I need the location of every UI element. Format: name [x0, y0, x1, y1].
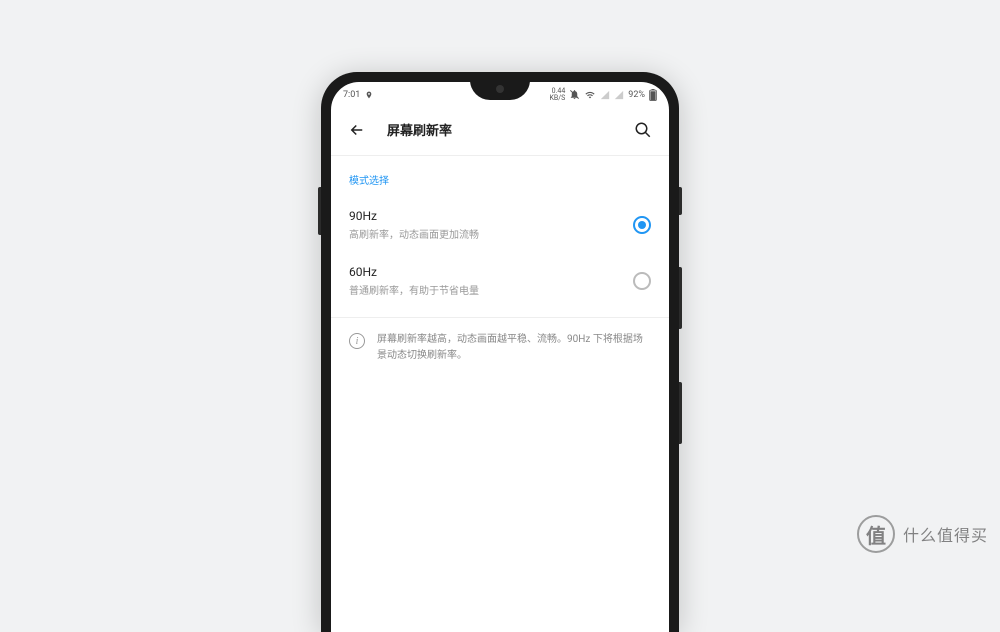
- battery-icon: [649, 89, 657, 101]
- option-title: 90Hz: [349, 209, 623, 223]
- signal-icon: [600, 90, 610, 100]
- location-icon: [365, 91, 373, 99]
- search-button[interactable]: [631, 118, 655, 142]
- phone-screen: 7:01 0.44 KB/S 92% 屏幕刷新率: [331, 82, 669, 632]
- back-button[interactable]: [345, 118, 369, 142]
- info-text: 屏幕刷新率越高，动态画面越平稳、流畅。90Hz 下将根据场景动态切换刷新率。: [377, 332, 651, 364]
- option-subtitle: 普通刷新率，有助于节省电量: [349, 282, 623, 297]
- option-title: 60Hz: [349, 265, 623, 279]
- dnd-icon: [569, 89, 580, 100]
- section-label: 模式选择: [349, 156, 651, 197]
- app-bar: 屏幕刷新率: [331, 104, 669, 156]
- signal-icon-2: [614, 90, 624, 100]
- data-rate: 0.44 KB/S: [549, 88, 565, 102]
- settings-content: 模式选择 90Hz 高刷新率，动态画面更加流畅 60Hz 普通刷新率，有助于节省…: [331, 156, 669, 378]
- option-60hz[interactable]: 60Hz 普通刷新率，有助于节省电量: [349, 253, 651, 309]
- phone-side-button-right-1: [679, 187, 682, 215]
- radio-selected-icon: [633, 216, 651, 234]
- option-subtitle: 高刷新率，动态画面更加流畅: [349, 226, 623, 241]
- phone-side-button-right-3: [679, 382, 682, 444]
- watermark-badge: 值: [857, 515, 895, 553]
- phone-side-button-left: [318, 187, 321, 235]
- info-icon: i: [349, 333, 365, 349]
- phone-frame: 7:01 0.44 KB/S 92% 屏幕刷新率: [321, 72, 679, 632]
- watermark: 值 什么值得买: [857, 515, 988, 553]
- phone-side-button-right-2: [679, 267, 682, 329]
- option-90hz[interactable]: 90Hz 高刷新率，动态画面更加流畅: [349, 197, 651, 253]
- status-time: 7:01: [343, 90, 360, 100]
- battery-percent: 92%: [628, 90, 645, 100]
- radio-unselected-icon: [633, 272, 651, 290]
- watermark-text: 什么值得买: [903, 522, 988, 546]
- arrow-back-icon: [348, 121, 366, 139]
- wifi-icon: [584, 90, 596, 100]
- search-icon: [634, 121, 652, 139]
- info-row: i 屏幕刷新率越高，动态画面越平稳、流畅。90Hz 下将根据场景动态切换刷新率。: [349, 318, 651, 378]
- page-title: 屏幕刷新率: [387, 120, 613, 139]
